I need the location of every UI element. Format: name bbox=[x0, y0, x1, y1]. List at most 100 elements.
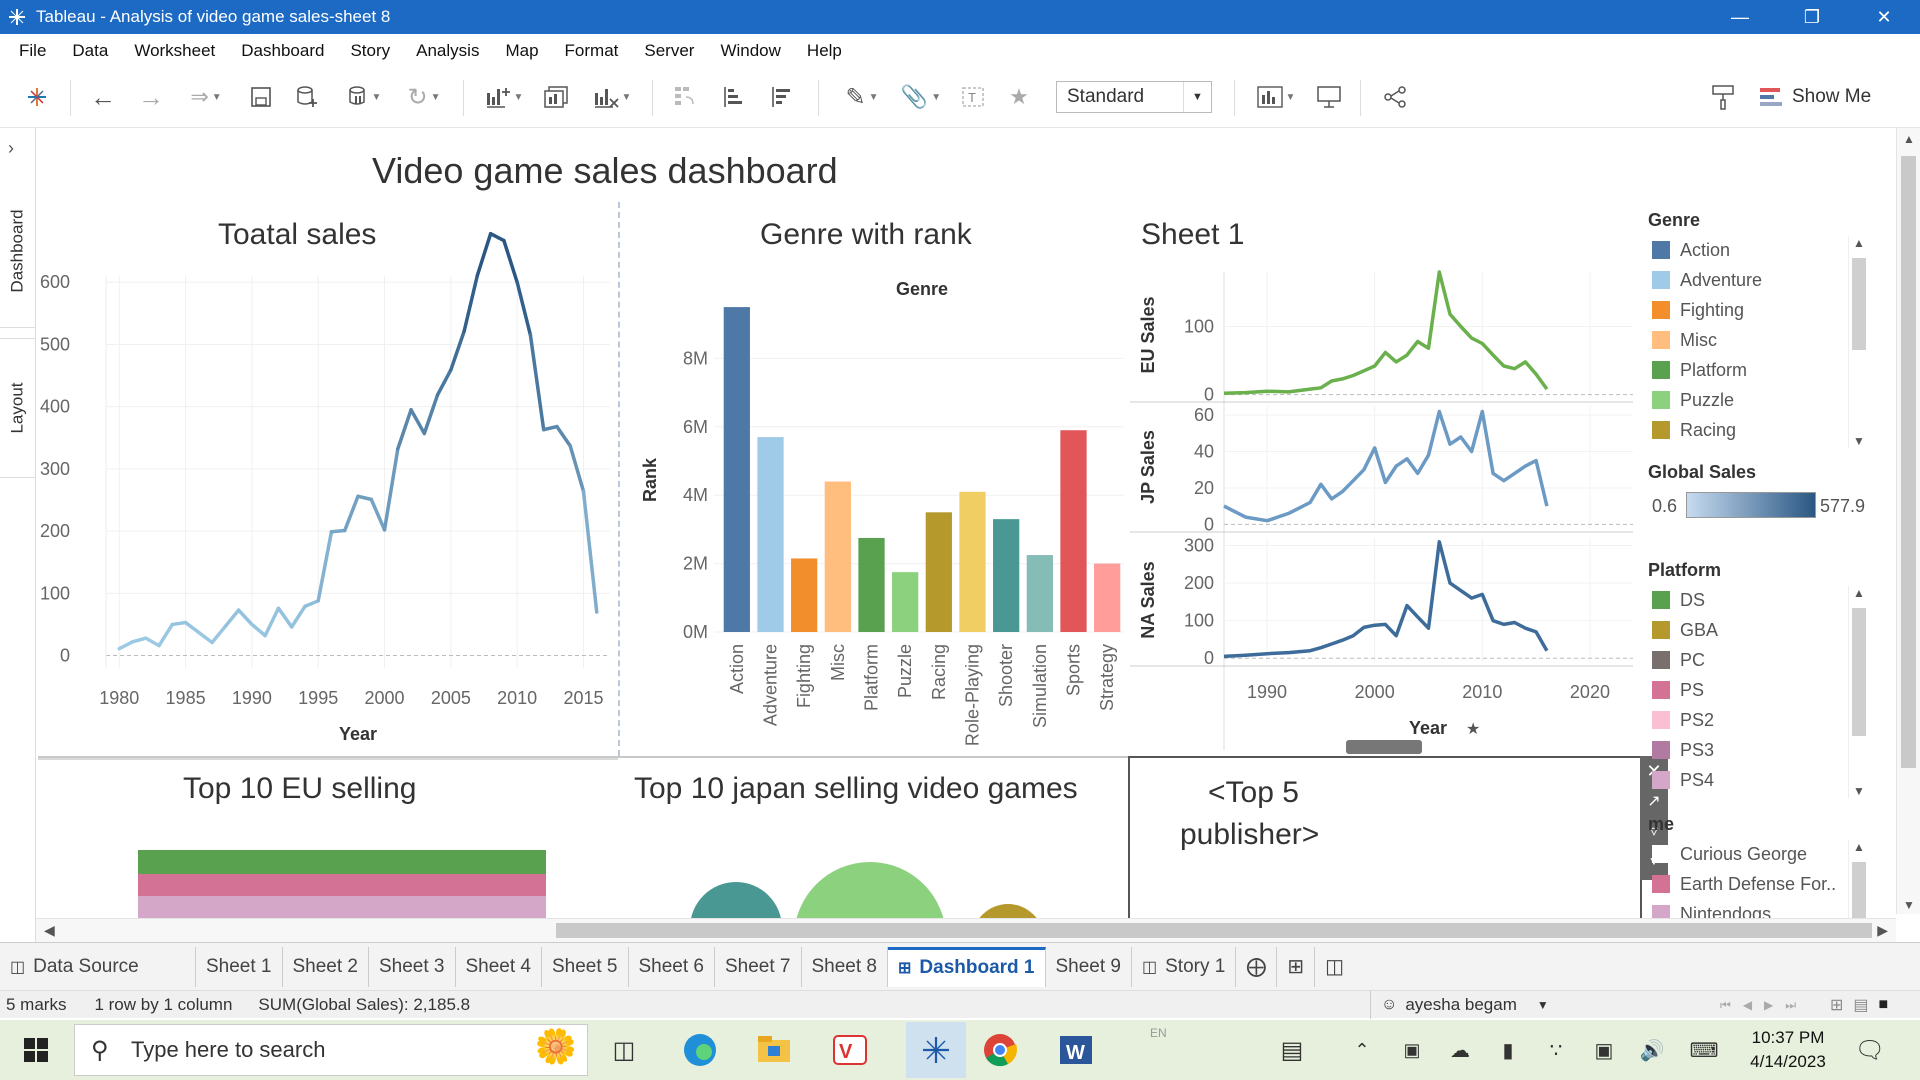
tab-sheet-4[interactable]: Sheet 4 bbox=[456, 946, 542, 987]
genre-legend-item[interactable]: Puzzle bbox=[1652, 387, 1734, 413]
genre-legend-item[interactable]: Fighting bbox=[1652, 297, 1744, 323]
name-legend-scrollbar[interactable]: ▲ bbox=[1848, 840, 1870, 918]
show-me-button[interactable]: Show Me bbox=[1760, 82, 1871, 112]
eu-bar[interactable] bbox=[138, 896, 546, 918]
duplicate-sheet-icon[interactable] bbox=[540, 82, 572, 112]
onedrive-icon[interactable]: ☁ bbox=[1440, 1030, 1480, 1070]
chevron-down-icon[interactable]: ▼ bbox=[1903, 898, 1915, 912]
menu-analysis[interactable]: Analysis bbox=[403, 41, 492, 61]
tableau-home-icon[interactable] bbox=[22, 82, 52, 112]
task-view-icon[interactable]: ◫ bbox=[604, 1030, 644, 1070]
tab-sheet-5[interactable]: Sheet 5 bbox=[542, 946, 629, 987]
platform-legend-scrollbar[interactable]: ▲ ▼ bbox=[1848, 586, 1870, 798]
show-labels-icon[interactable]: T bbox=[958, 82, 988, 112]
chevron-up-icon[interactable]: ▲ bbox=[1853, 236, 1865, 250]
top-jp-chart[interactable] bbox=[680, 858, 1080, 918]
total-sales-chart[interactable]: 0 100 200 300 400 500 600 1980 1985 1990 1995 2000 2… bbox=[38, 210, 618, 750]
genre-legend-item[interactable]: Action bbox=[1652, 237, 1730, 263]
meet-now-icon[interactable]: ▣ bbox=[1392, 1030, 1432, 1070]
battery-icon[interactable]: ▮ bbox=[1488, 1030, 1528, 1070]
new-worksheet-icon[interactable]: ▼ bbox=[478, 82, 530, 112]
next-page-icon[interactable]: ▶ bbox=[1764, 998, 1773, 1012]
grid-view-icon[interactable]: ⊞ bbox=[1830, 995, 1843, 1015]
tab-data-source[interactable]: ◫ Data Source bbox=[0, 946, 196, 987]
top-eu-chart[interactable] bbox=[138, 850, 546, 918]
windows-start-icon[interactable] bbox=[16, 1030, 56, 1070]
screen-icon[interactable]: ▣ bbox=[1584, 1030, 1624, 1070]
menu-data[interactable]: Data bbox=[59, 41, 121, 61]
scrollbar-thumb[interactable] bbox=[1901, 156, 1916, 768]
news-widget-icon[interactable]: ▤ bbox=[1272, 1030, 1312, 1070]
chevron-down-icon[interactable]: ▼ bbox=[1853, 784, 1865, 798]
scrollbar-thumb[interactable] bbox=[1852, 258, 1866, 350]
save-icon[interactable] bbox=[246, 82, 276, 112]
user-menu[interactable]: ☺ ayesha begam ▼ bbox=[1370, 991, 1549, 1019]
drag-handle[interactable] bbox=[1346, 740, 1422, 754]
prev-page-icon[interactable]: ◀ bbox=[1743, 998, 1752, 1012]
platform-legend-item[interactable]: GBA bbox=[1652, 617, 1718, 643]
platform-legend-item[interactable]: PC bbox=[1652, 647, 1705, 673]
regional-sales-chart[interactable]: 0 100 EU Sales 0 20 40 60 JP Sales 0 100 200 300 NA … bbox=[1130, 210, 1650, 750]
sort-ascending-icon[interactable] bbox=[718, 82, 748, 112]
menu-window[interactable]: Window bbox=[707, 41, 793, 61]
chrome-browser-icon[interactable] bbox=[980, 1030, 1020, 1070]
menu-worksheet[interactable]: Worksheet bbox=[121, 41, 228, 61]
platform-legend-item[interactable]: PS2 bbox=[1652, 707, 1714, 733]
restore-button[interactable]: ❐ bbox=[1776, 0, 1848, 34]
taskbar-search-input[interactable]: ⚲ Type here to search 🌼 bbox=[74, 1024, 588, 1076]
presentation-mode-icon[interactable] bbox=[1314, 82, 1344, 112]
tabs-view-icon[interactable]: ■ bbox=[1879, 996, 1889, 1014]
pin-icon[interactable]: ★ bbox=[1466, 721, 1480, 738]
new-dashboard-tab-icon[interactable]: ⊞ bbox=[1277, 946, 1316, 987]
format-painter-icon[interactable] bbox=[1708, 82, 1738, 112]
first-page-icon[interactable]: ⏮ bbox=[1720, 998, 1731, 1013]
tab-story-1[interactable]: ◫ Story 1 bbox=[1132, 946, 1237, 987]
tab-dashboard[interactable]: Dashboard bbox=[0, 174, 36, 328]
vertical-scrollbar[interactable]: ▲ ▼ bbox=[1896, 128, 1920, 914]
tab-sheet-6[interactable]: Sheet 6 bbox=[629, 946, 715, 987]
file-explorer-icon[interactable] bbox=[754, 1030, 794, 1070]
chevron-left-icon[interactable]: ◀ bbox=[44, 922, 55, 939]
platform-legend-item[interactable]: PS4 bbox=[1652, 767, 1714, 793]
scrollbar-thumb[interactable] bbox=[1852, 608, 1866, 736]
tab-sheet-2[interactable]: Sheet 2 bbox=[283, 946, 369, 987]
genre-legend-scrollbar[interactable]: ▲ ▼ bbox=[1848, 236, 1870, 448]
sort-descending-icon[interactable] bbox=[766, 82, 796, 112]
menu-file[interactable]: File bbox=[6, 41, 59, 61]
genre-legend-item[interactable]: Misc bbox=[1652, 327, 1717, 353]
genre-legend-item[interactable]: Adventure bbox=[1652, 267, 1762, 293]
replay-icon[interactable]: ⇒ ▼ bbox=[180, 82, 232, 112]
genre-rank-chart[interactable]: Genre 0M 2M 4M 6M 8M Rank Action Adventure Fighti… bbox=[624, 210, 1124, 750]
scrollbar-thumb[interactable] bbox=[1852, 862, 1866, 918]
filmstrip-view-icon[interactable]: ▤ bbox=[1853, 995, 1868, 1015]
menu-map[interactable]: Map bbox=[492, 41, 551, 61]
eu-bar[interactable] bbox=[138, 850, 546, 874]
new-datasource-icon[interactable] bbox=[292, 82, 322, 112]
name-legend-item[interactable]: Nintendogs bbox=[1652, 901, 1771, 918]
undo-icon[interactable]: ← bbox=[88, 82, 118, 112]
platform-legend-item[interactable]: PS bbox=[1652, 677, 1704, 703]
new-worksheet-tab-icon[interactable]: ⨁ bbox=[1236, 946, 1278, 987]
chevron-up-icon[interactable]: ▲ bbox=[1853, 840, 1865, 854]
name-legend-item[interactable]: Earth Defense For.. bbox=[1652, 871, 1836, 897]
tab-sheet-9[interactable]: Sheet 9 bbox=[1046, 946, 1132, 987]
swap-rows-columns-icon[interactable] bbox=[670, 82, 700, 112]
menu-format[interactable]: Format bbox=[552, 41, 632, 61]
word-app-icon[interactable]: W bbox=[1056, 1030, 1096, 1070]
menu-server[interactable]: Server bbox=[631, 41, 707, 61]
chevron-down-icon[interactable]: ▼ bbox=[1853, 434, 1865, 448]
scrollbar-thumb[interactable] bbox=[556, 923, 1872, 938]
wifi-icon[interactable]: ∵ bbox=[1536, 1030, 1576, 1070]
platform-legend-item[interactable]: PS3 bbox=[1652, 737, 1714, 763]
fit-dropdown[interactable]: Standard ▼ bbox=[1056, 81, 1212, 113]
top-publisher-panel[interactable]: <Top 5 publisher> bbox=[1128, 756, 1642, 922]
tableau-taskbar-icon[interactable] bbox=[906, 1022, 966, 1078]
edge-browser-icon[interactable] bbox=[680, 1030, 720, 1070]
keyboard-icon[interactable]: ⌨ bbox=[1684, 1030, 1724, 1070]
tab-dashboard-1[interactable]: ⊞ Dashboard 1 bbox=[888, 946, 1046, 987]
menu-story[interactable]: Story bbox=[337, 41, 403, 61]
fix-axes-icon[interactable]: ★ bbox=[1004, 82, 1034, 112]
tab-sheet-8[interactable]: Sheet 8 bbox=[802, 946, 888, 987]
tab-sheet-3[interactable]: Sheet 3 bbox=[369, 946, 456, 987]
notifications-icon[interactable]: 🗨 bbox=[1850, 1030, 1890, 1070]
